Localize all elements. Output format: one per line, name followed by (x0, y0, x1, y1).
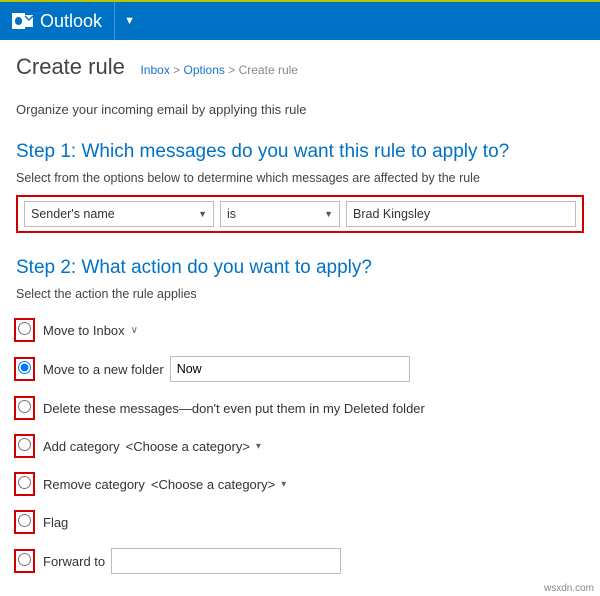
new-folder-name-input[interactable] (170, 356, 410, 382)
condition-field-value: Sender's name (31, 207, 115, 221)
option-label: Forward to (43, 554, 105, 569)
breadcrumb-sep: > (228, 63, 235, 77)
action-options: Move to Inbox ∨ Move to a new folder Del… (16, 311, 584, 581)
category-choose[interactable]: <Choose a category> (151, 477, 275, 492)
caret-down-icon: ▼ (198, 209, 207, 219)
step2-sub: Select the action the rule applies (16, 287, 584, 301)
outlook-icon (12, 11, 34, 31)
condition-row: Sender's name ▼ is ▼ (24, 201, 576, 227)
option-forward-to[interactable]: Forward to (16, 541, 584, 581)
radio-move-inbox[interactable] (18, 322, 31, 335)
header-dropdown-button[interactable]: ▼ (114, 2, 144, 40)
option-label: Move to a new folder (43, 362, 164, 377)
brand[interactable]: Outlook (0, 2, 114, 40)
category-choose[interactable]: <Choose a category> (126, 439, 250, 454)
chevron-down-icon: ▼ (124, 15, 135, 27)
option-label: Remove category (43, 477, 145, 492)
option-label: Flag (43, 515, 68, 530)
breadcrumb-sep: > (173, 63, 180, 77)
radio-delete[interactable] (18, 400, 31, 413)
step1-sub: Select from the options below to determi… (16, 171, 584, 185)
breadcrumb-options[interactable]: Options (184, 63, 225, 77)
page-title: Create rule (16, 54, 125, 80)
content-area: Create rule Inbox > Options > Create rul… (0, 40, 600, 596)
intro-text: Organize your incoming email by applying… (16, 102, 584, 117)
option-remove-category[interactable]: Remove category <Choose a category> ▾ (16, 465, 584, 503)
option-move-new-folder[interactable]: Move to a new folder (16, 349, 584, 389)
radio-forward-to[interactable] (18, 553, 31, 566)
caret-down-icon[interactable]: ▾ (281, 479, 286, 490)
caret-down-icon: ▼ (324, 209, 333, 219)
header-row: Create rule Inbox > Options > Create rul… (16, 54, 584, 80)
option-label: Delete these messages—don't even put the… (43, 401, 425, 416)
option-label: Move to Inbox (43, 323, 125, 338)
breadcrumb: Inbox > Options > Create rule (140, 63, 298, 77)
radio-remove-category[interactable] (18, 476, 31, 489)
brand-label: Outlook (40, 11, 102, 32)
option-delete[interactable]: Delete these messages—don't even put the… (16, 389, 584, 427)
radio-add-category[interactable] (18, 438, 31, 451)
step1: Step 1: Which messages do you want this … (16, 141, 584, 233)
option-flag[interactable]: Flag (16, 503, 584, 541)
option-add-category[interactable]: Add category <Choose a category> ▾ (16, 427, 584, 465)
radio-move-new-folder[interactable] (18, 361, 31, 374)
top-bar: Outlook ▼ (0, 0, 600, 40)
step1-heading: Step 1: Which messages do you want this … (16, 141, 584, 163)
caret-down-icon[interactable]: ▾ (256, 441, 261, 452)
watermark: wsxdn.com (544, 583, 594, 594)
option-move-inbox[interactable]: Move to Inbox ∨ (16, 311, 584, 349)
breadcrumb-current: Create rule (239, 63, 298, 77)
condition-field-select[interactable]: Sender's name ▼ (24, 201, 214, 227)
chevron-down-icon[interactable]: ∨ (131, 325, 138, 336)
step1-highlight-box: Sender's name ▼ is ▼ (16, 195, 584, 233)
step2-heading: Step 2: What action do you want to apply… (16, 257, 584, 279)
radio-flag[interactable] (18, 514, 31, 527)
option-label: Add category (43, 439, 120, 454)
condition-operator-select[interactable]: is ▼ (220, 201, 340, 227)
step2: Step 2: What action do you want to apply… (16, 257, 584, 581)
condition-value-input[interactable] (346, 201, 576, 227)
breadcrumb-inbox[interactable]: Inbox (140, 63, 169, 77)
condition-operator-value: is (227, 207, 236, 221)
forward-to-input[interactable] (111, 548, 341, 574)
